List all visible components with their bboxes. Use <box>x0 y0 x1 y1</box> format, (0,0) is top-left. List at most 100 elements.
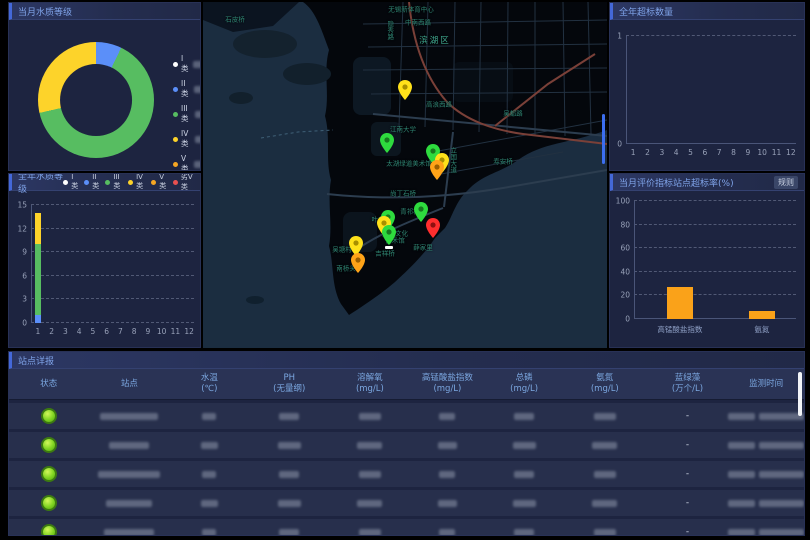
redacted-value <box>438 442 457 449</box>
gridline <box>31 251 194 252</box>
legend-item[interactable]: 劣V类 <box>173 173 194 192</box>
map-scrollbar[interactable] <box>602 114 605 164</box>
redacted-value <box>594 471 616 478</box>
rate-bar[interactable] <box>749 311 775 319</box>
x-axis-tick: 7 <box>717 148 722 157</box>
redacted-value <box>439 529 455 536</box>
table-cell <box>410 413 486 420</box>
table-cell <box>248 413 330 420</box>
table-cell <box>170 413 248 420</box>
legend-item[interactable]: I类 <box>173 54 201 74</box>
donut-chart[interactable] <box>38 42 154 158</box>
column-header: 总磷(mg/L) <box>485 369 563 399</box>
redacted-value <box>195 111 201 118</box>
table-cell <box>728 500 804 507</box>
x-axis-tick: 3 <box>659 148 664 157</box>
column-unit: (mg/L) <box>510 384 538 395</box>
legend-dot-icon <box>173 87 178 92</box>
panel-title-text: 当月评价指标站点超标率(%) <box>619 176 734 189</box>
redacted-value <box>202 529 216 536</box>
column-label: 站点 <box>121 379 138 390</box>
y-axis-line <box>31 205 32 323</box>
stacked-bar-segment[interactable] <box>35 213 41 244</box>
column-label: 蓝绿藻 <box>675 373 701 384</box>
legend-item[interactable]: III类 <box>105 173 122 191</box>
rule-button[interactable]: 规则 <box>774 176 798 189</box>
legend-item[interactable]: III类 <box>173 104 201 124</box>
gridline <box>31 204 194 205</box>
table-cell <box>563 471 646 478</box>
panel-title-text: 站点详报 <box>18 354 54 367</box>
station-pin-green[interactable] <box>380 133 394 153</box>
gridline <box>31 228 194 229</box>
panel-title-text: 全年超标数量 <box>619 5 673 18</box>
station-pin-red[interactable] <box>426 218 440 238</box>
table-row[interactable]: - <box>9 519 804 536</box>
map-view[interactable]: 石皮桥无锡新体育中心隐秀路中南西路滨湖区江南大学高浪西路立国大道寿安桥吴都路太湖… <box>203 2 607 348</box>
x-axis-tick: 12 <box>786 148 796 157</box>
table-cell <box>89 529 171 536</box>
column-unit: (℃) <box>201 384 217 395</box>
x-axis-tick: 8 <box>731 148 736 157</box>
table-scrollbar[interactable] <box>798 372 802 416</box>
table-row[interactable]: - <box>9 490 804 516</box>
map-label: 寿安桥 <box>493 158 513 165</box>
panel-station-table: 站点详报 状态站点水温(℃)PH(无量纲)溶解氧(mg/L)高锰酸盐指数(mg/… <box>8 351 805 536</box>
rate-bar[interactable] <box>667 287 693 319</box>
column-label: 总磷 <box>516 373 533 384</box>
legend-item[interactable]: V类 <box>173 154 201 171</box>
station-pin-green[interactable] <box>382 225 396 245</box>
table-row[interactable]: - <box>9 432 804 458</box>
legend-label: III类 <box>113 173 122 191</box>
y-axis-line <box>626 36 627 144</box>
table-cell <box>728 471 804 478</box>
column-label: 水温 <box>201 373 218 384</box>
year-exceed-chart[interactable]: 01123456789101112 <box>626 36 796 144</box>
map-label: 尚丁石桥 <box>390 190 416 197</box>
legend-item[interactable]: V类 <box>151 173 167 191</box>
redacted-value <box>513 500 536 507</box>
panel-title-station-table: 站点详报 <box>9 352 804 369</box>
panel-year-water-grade: 全年水质等级 I类II类III类IV类V类劣V类 036912151234567… <box>8 173 201 348</box>
table-cell <box>9 437 89 453</box>
column-header: 氨氮(mg/L) <box>563 369 646 399</box>
table-cell <box>248 471 330 478</box>
algae-value: - <box>686 527 689 536</box>
x-axis-tick: 9 <box>745 148 750 157</box>
x-axis-tick: 11 <box>171 327 181 336</box>
x-axis-tick: 6 <box>702 148 707 157</box>
table-cell <box>9 408 89 424</box>
legend-dot-icon <box>63 180 68 185</box>
redacted-value <box>194 161 201 168</box>
year-grade-chart[interactable]: 03691215123456789101112 <box>31 205 194 323</box>
legend-item[interactable]: II类 <box>173 79 201 99</box>
x-axis-tick: 11 <box>772 148 782 157</box>
month-rate-chart[interactable]: 020406080100高锰酸盐指数氨氮 <box>634 201 796 319</box>
table-cell <box>248 442 330 449</box>
gridline <box>626 35 796 36</box>
table-cell <box>410 471 486 478</box>
table-cell <box>728 529 804 536</box>
legend-item[interactable]: II类 <box>84 173 99 191</box>
station-pin-orange[interactable] <box>351 253 365 273</box>
station-pin-orange[interactable] <box>430 160 444 180</box>
gridline <box>634 271 796 272</box>
redacted-value <box>592 442 617 449</box>
table-cell <box>170 529 248 536</box>
legend-label: I类 <box>71 173 78 191</box>
stacked-bar-segment[interactable] <box>35 244 41 315</box>
legend-item[interactable]: I类 <box>63 173 78 191</box>
redacted-value <box>359 471 381 478</box>
table-cell <box>563 442 646 449</box>
table-row[interactable]: - <box>9 461 804 487</box>
table-cell <box>9 524 89 536</box>
stacked-bar-segment[interactable] <box>35 315 41 323</box>
legend-item[interactable]: IV类 <box>173 129 201 149</box>
table-cell <box>248 500 330 507</box>
table-cell <box>485 529 563 536</box>
redacted-value <box>359 529 381 536</box>
table-row[interactable]: - <box>9 403 804 429</box>
legend-item[interactable]: IV类 <box>128 173 145 191</box>
station-pin-yellow[interactable] <box>398 80 412 100</box>
table-cell <box>9 466 89 482</box>
